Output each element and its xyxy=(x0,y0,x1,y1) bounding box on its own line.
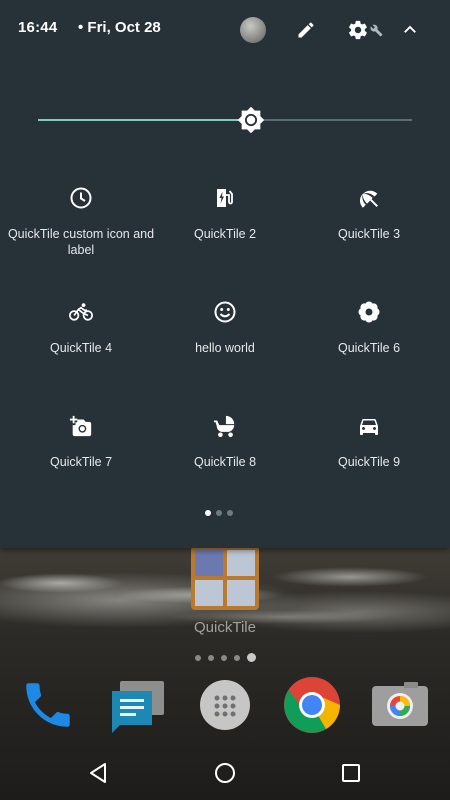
quicktile-app-icon[interactable] xyxy=(191,546,259,610)
clock-icon xyxy=(69,186,93,210)
quick-tile-8[interactable]: QuickTile 8 xyxy=(150,414,300,514)
beach-umbrella-icon xyxy=(357,186,381,210)
camera-icon[interactable] xyxy=(370,675,430,735)
date-text[interactable]: • Fri, Oct 28 xyxy=(78,19,161,36)
page-dot-active xyxy=(247,653,256,662)
navigation-bar xyxy=(0,745,450,800)
app-label[interactable]: QuickTile xyxy=(170,619,280,636)
quick-tile-9[interactable]: QuickTile 9 xyxy=(294,414,444,514)
tile-label: QuickTile 2 xyxy=(193,227,257,241)
brightness-icon xyxy=(237,106,265,134)
stroller-icon xyxy=(213,414,237,438)
quick-tile-1[interactable]: QuickTile custom icon and label xyxy=(6,186,156,286)
phone-icon[interactable] xyxy=(18,675,78,735)
brightness-slider[interactable] xyxy=(38,104,412,138)
flower-icon xyxy=(357,300,381,324)
brightness-fill xyxy=(38,119,251,121)
chrome-icon[interactable] xyxy=(282,675,342,735)
tile-label: QuickTile 3 xyxy=(337,227,401,241)
quick-tile-4[interactable]: QuickTile 4 xyxy=(6,300,156,400)
quick-tile-6[interactable]: QuickTile 6 xyxy=(294,300,444,400)
quick-tile-7[interactable]: QuickTile 7 xyxy=(6,414,156,514)
collapse-chevron-icon[interactable] xyxy=(398,18,422,42)
dock xyxy=(0,675,450,745)
back-icon[interactable] xyxy=(84,759,112,787)
smiley-icon xyxy=(213,300,237,324)
page-dot xyxy=(221,654,227,661)
settings-icon[interactable] xyxy=(346,18,370,42)
tile-label: QuickTile 7 xyxy=(49,455,113,469)
page-dot xyxy=(195,654,201,661)
home-icon[interactable] xyxy=(211,759,239,787)
avatar[interactable] xyxy=(240,17,266,43)
messages-icon[interactable] xyxy=(106,675,166,735)
quick-tile-3[interactable]: QuickTile 3 xyxy=(294,186,444,286)
car-icon xyxy=(357,414,381,438)
folder-cell xyxy=(227,580,255,606)
tile-label: QuickTile 4 xyxy=(49,341,113,355)
recents-icon[interactable] xyxy=(337,759,365,787)
qs-page-indicator xyxy=(205,510,233,516)
app-drawer-icon[interactable] xyxy=(195,675,255,735)
page-dot xyxy=(234,654,240,661)
qs-page-dot-active xyxy=(205,510,211,516)
brightness-thumb[interactable] xyxy=(237,106,265,134)
qs-page-dot xyxy=(227,510,233,516)
ev-charger-icon xyxy=(213,186,237,210)
tile-label: hello world xyxy=(195,341,255,355)
tile-label: QuickTile custom icon and label xyxy=(7,227,155,257)
add-photo-icon xyxy=(69,414,93,438)
home-page-indicator xyxy=(195,653,256,662)
tile-label: QuickTile 6 xyxy=(337,341,401,355)
tile-label: QuickTile 8 xyxy=(193,455,257,469)
tile-label: QuickTile 9 xyxy=(337,455,401,469)
quick-settings-panel: 16:44 • Fri, Oct 28 QuickTile custom ico… xyxy=(0,0,450,548)
qs-header: 16:44 • Fri, Oct 28 xyxy=(0,0,450,60)
bike-icon xyxy=(69,300,93,324)
wrench-icon xyxy=(368,22,384,38)
quick-tile-2[interactable]: QuickTile 2 xyxy=(150,186,300,286)
folder-cell xyxy=(195,580,223,606)
edit-icon[interactable] xyxy=(294,18,318,42)
clock-text[interactable]: 16:44 xyxy=(18,19,57,36)
folder-cell xyxy=(227,550,255,576)
folder-cell xyxy=(195,550,223,576)
quick-tile-5[interactable]: hello world xyxy=(150,300,300,400)
page-dot xyxy=(208,654,214,661)
qs-page-dot xyxy=(216,510,222,516)
